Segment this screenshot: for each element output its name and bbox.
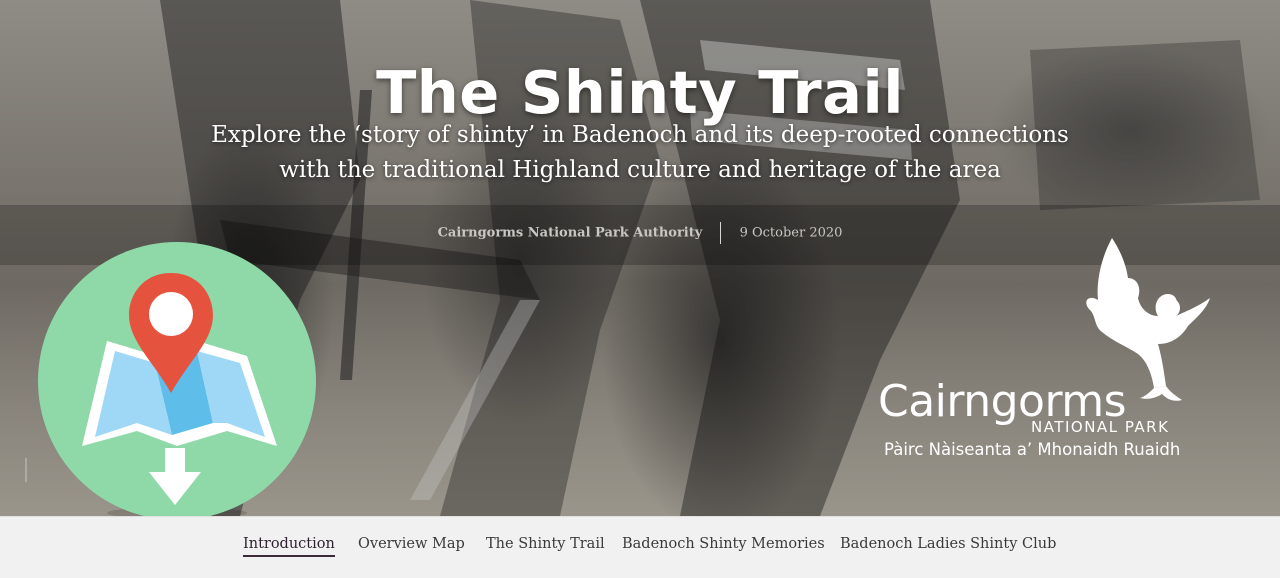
publish-date: 9 October 2020 bbox=[739, 225, 843, 241]
logo-subname: NATIONAL PARK bbox=[1031, 418, 1170, 436]
nav-item-introduction[interactable]: Introduction bbox=[243, 536, 335, 557]
section-nav: Introduction Overview Map The Shinty Tra… bbox=[0, 516, 1280, 578]
logo-gaelic-name: Pàirc Nàiseanta a’ Mhonaidh Ruaidh bbox=[884, 440, 1181, 459]
nav-item-shinty-trail[interactable]: The Shinty Trail bbox=[486, 536, 605, 552]
page-subtitle: Explore the ‘story of shinty’ in Badenoc… bbox=[180, 118, 1100, 188]
author-name: Cairngorms National Park Authority bbox=[437, 225, 703, 241]
subtitle-line-2: with the traditional Highland culture an… bbox=[279, 157, 1001, 183]
scroll-indicator bbox=[25, 458, 27, 482]
nav-item-shinty-memories[interactable]: Badenoch Shinty Memories bbox=[622, 536, 825, 552]
subtitle-line-1: Explore the ‘story of shinty’ in Badenoc… bbox=[211, 122, 1069, 148]
map-download-icon[interactable] bbox=[37, 241, 317, 521]
page-title: The Shinty Trail bbox=[376, 57, 904, 127]
nav-item-ladies-shinty-club[interactable]: Badenoch Ladies Shinty Club bbox=[840, 536, 1056, 552]
nav-item-overview-map[interactable]: Overview Map bbox=[358, 536, 465, 552]
byline-divider bbox=[720, 222, 722, 244]
